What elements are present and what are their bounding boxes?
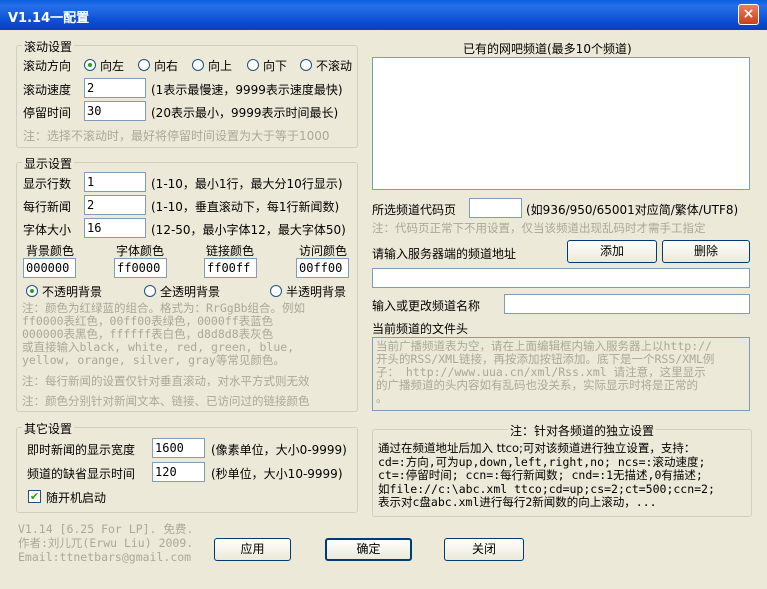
visited-color-input[interactable]: 00ff00 <box>296 258 349 278</box>
independent-line: cd=:方向,可为up,down,left,right,no; ncs=:滚动速… <box>378 454 706 469</box>
display-settings-legend: 显示设置 <box>22 155 75 172</box>
checkmark-icon: ✔ <box>29 490 40 503</box>
bg-transparent-radio[interactable] <box>144 285 156 297</box>
display-rows-hint: (1-10，最小1行，最大分10行显示) <box>151 177 343 191</box>
news-width-input[interactable]: 1600 <box>152 438 205 458</box>
codepage-hint: (如936/950/65001对应简/繁体/UTF8) <box>526 203 739 217</box>
news-per-row-hint: (1-10，垂直滚动下，每1行新闻数) <box>151 200 340 214</box>
about-line: V1.14 [6.25 For LP]. 免费. <box>18 522 194 536</box>
about-line: 作者:刘儿兀(Erwu Liu) 2009. <box>18 536 194 550</box>
independent-settings-legend: 注：针对各频道的独立设置 <box>508 422 657 439</box>
independent-settings-text: 通过在频道地址后加入 ttco;可对该频道进行独立设置，支持： cd=:方向,可… <box>378 441 748 510</box>
font-color-input[interactable]: ff0000 <box>114 258 167 278</box>
news-width-label: 即时新闻的显示宽度 <box>27 443 136 457</box>
color-note: 注：颜色为红绿蓝的组合。格式为：RrGgBb组合。例如 ff0000表红色，00… <box>22 302 354 367</box>
color-target-note: 注：颜色分别针对新闻文本、链接、已访问过的链接颜色 <box>22 394 310 408</box>
default-time-hint: (秒单位，大小10-9999) <box>211 467 343 481</box>
font-size-input[interactable]: 16 <box>84 218 146 238</box>
independent-line: 表示对c盘abc.xml进行每行2新闻数的向上滚动，... <box>378 495 657 509</box>
display-rows-input[interactable]: 1 <box>84 172 146 192</box>
channel-header-label: 当前频道的文件头 <box>372 322 469 336</box>
bg-color-label: 背景颜色 <box>26 244 75 258</box>
channel-header-textarea[interactable]: 当前广播频道表为空，请在上面编辑框内输入服务器上以http:// 开头的RSS/… <box>372 337 750 411</box>
header-line: 。 <box>376 391 388 405</box>
scroll-speed-input[interactable]: 2 <box>84 78 146 98</box>
channel-url-label: 请输入服务器端的频道地址 <box>372 247 517 261</box>
default-time-input[interactable]: 120 <box>152 462 205 482</box>
add-channel-button[interactable]: 添加 <box>567 240 657 263</box>
channel-list[interactable] <box>372 57 750 190</box>
scroll-direction-label: 滚动方向 <box>23 59 72 73</box>
display-rows-label: 显示行数 <box>23 177 72 191</box>
default-time-label: 频道的缺省显示时间 <box>27 467 136 481</box>
window-close-button[interactable]: × <box>738 4 759 25</box>
color-note-line: yellow, orange, silver, gray等常见颜色。 <box>22 353 285 367</box>
news-per-row-input[interactable]: 2 <box>84 195 146 215</box>
scroll-settings-legend: 滚动设置 <box>22 38 75 55</box>
font-color-label: 字体颜色 <box>116 244 165 258</box>
direction-left-radio[interactable] <box>84 59 96 71</box>
about-line: Email:ttnetbars@gmail.com <box>18 550 192 564</box>
stay-time-label: 停留时间 <box>23 106 72 120</box>
codepage-label: 所选频道代码页 <box>372 203 457 217</box>
channel-name-input[interactable] <box>504 294 750 314</box>
stay-time-input[interactable]: 30 <box>84 101 146 121</box>
codepage-input[interactable] <box>469 198 522 218</box>
channel-list-title: 已有的网吧频道(最多10个频道) <box>463 42 632 56</box>
window-title: V1.14一配置 <box>8 11 90 26</box>
direction-right-label[interactable]: 向右 <box>154 57 178 74</box>
direction-right-radio[interactable] <box>138 59 150 71</box>
about-info: V1.14 [6.25 For LP]. 免费. 作者:刘儿兀(Erwu Liu… <box>18 522 193 564</box>
news-width-hint: (像素单位，大小0-9999) <box>211 443 347 457</box>
close-button[interactable]: 关闭 <box>444 538 524 561</box>
visited-color-label: 访问颜色 <box>299 244 348 258</box>
scroll-speed-hint: (1表示最慢速，9999表示速度最快) <box>151 83 343 97</box>
direction-up-radio[interactable] <box>192 59 204 71</box>
bg-semitransparent-label[interactable]: 半透明背景 <box>286 283 346 300</box>
independent-line: ct=:停留时间; ccn=:每行新闻数; cnd=:1无描述,0有描述; <box>378 468 703 482</box>
channel-url-input[interactable] <box>372 268 750 288</box>
direction-down-radio[interactable] <box>247 59 259 71</box>
bg-transparent-label[interactable]: 全透明背景 <box>160 283 220 300</box>
header-line: 的广播频道的头内容如有乱码也没关系，实际显示时将是正常的 <box>376 378 698 392</box>
bg-color-input[interactable]: 000000 <box>23 258 76 278</box>
link-color-label: 链接颜色 <box>206 244 255 258</box>
stay-time-hint: (20表示最小，9999表示时间最长) <box>151 106 339 120</box>
direction-left-label[interactable]: 向左 <box>100 57 124 74</box>
bg-opaque-radio[interactable] <box>26 285 38 297</box>
font-size-hint: (12-50，最小字体12，最大字体50) <box>151 223 346 237</box>
bg-semitransparent-radio[interactable] <box>270 285 282 297</box>
autostart-label[interactable]: 随开机启动 <box>46 489 106 506</box>
independent-line: 通过在频道地址后加入 ttco;可对该频道进行独立设置，支持： <box>378 441 696 455</box>
link-color-input[interactable]: ff00ff <box>204 258 257 278</box>
channel-name-label: 输入或更改频道名称 <box>372 299 481 313</box>
bg-opaque-label[interactable]: 不透明背景 <box>42 283 102 300</box>
apply-button[interactable]: 应用 <box>214 538 291 561</box>
direction-down-label[interactable]: 向下 <box>263 57 287 74</box>
autostart-checkbox[interactable]: ✔ <box>28 490 41 503</box>
direction-none-radio[interactable] <box>300 59 312 71</box>
close-icon: × <box>742 6 755 22</box>
direction-none-label[interactable]: 不滚动 <box>316 57 352 74</box>
codepage-note: 注：代码页正常下不用设置，仅当该频道出现乱码时才需手工指定 <box>372 221 706 235</box>
other-settings-legend: 其它设置 <box>22 420 75 437</box>
font-size-label: 字体大小 <box>23 223 72 237</box>
scroll-speed-label: 滚动速度 <box>23 83 72 97</box>
delete-channel-button[interactable]: 删除 <box>662 240 750 263</box>
direction-up-label[interactable]: 向上 <box>208 57 232 74</box>
independent-line: 如file://c:\abc.xml ttco;cd=up;cs=2;ct=50… <box>378 481 715 496</box>
ok-button[interactable]: 确定 <box>325 538 412 561</box>
vertical-note: 注：每行新闻的设置仅针对垂直滚动，对水平方式则无效 <box>22 374 310 388</box>
news-per-row-label: 每行新闻 <box>23 200 72 214</box>
title-bar: V1.14一配置 × <box>0 0 767 30</box>
scroll-note: 注：选择不滚动时，最好将停留时间设置为大于等于1000 <box>23 129 330 143</box>
